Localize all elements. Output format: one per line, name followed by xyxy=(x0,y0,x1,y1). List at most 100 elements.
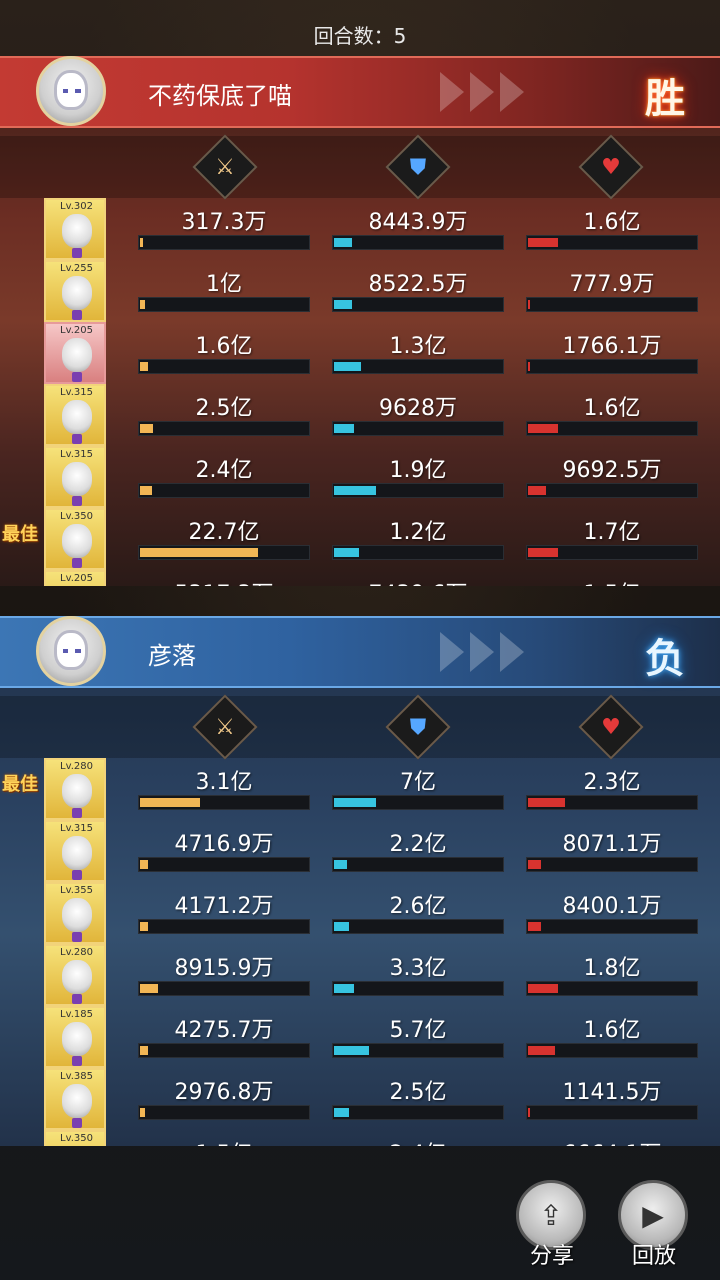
defense-value: 2.2亿 xyxy=(389,832,447,857)
attack-bar xyxy=(138,297,310,312)
defense-value: 9628万 xyxy=(379,396,457,421)
hero-portrait[interactable]: Lv.350 xyxy=(44,1130,106,1146)
defense-value: 8443.9万 xyxy=(368,210,468,235)
attack-value: 1.5亿 xyxy=(138,1136,310,1146)
defense-bar xyxy=(332,981,504,996)
shield-icon: ⛊ xyxy=(385,694,451,760)
hero-list[interactable]: 最佳 Lv.280 3.1亿 7亿 2.3亿 Lv.315 4716.9万 2.… xyxy=(0,758,720,1146)
hero-row[interactable]: Lv.385 2976.8万 2.5亿 1141.5万 xyxy=(0,1068,720,1130)
hero-portrait[interactable]: Lv.280 xyxy=(44,944,106,1006)
defense-bar-fill xyxy=(334,1108,349,1117)
hero-row[interactable]: 最佳 Lv.280 3.1亿 7亿 2.3亿 xyxy=(0,758,720,820)
hero-row[interactable]: Lv.355 4171.2万 2.6亿 8400.1万 xyxy=(0,882,720,944)
hero-row[interactable]: Lv.205 1.6亿 1.3亿 1766.1万 xyxy=(0,322,720,384)
hero-portrait[interactable]: Lv.315 xyxy=(44,820,106,882)
star-icon xyxy=(72,932,82,942)
result-badge-lose: 负 xyxy=(645,635,686,682)
hp-bar-fill xyxy=(528,860,541,869)
hp-value: 1.7亿 xyxy=(583,520,641,545)
attack-value: 1亿 xyxy=(206,272,242,297)
hero-row[interactable]: Lv.205 5317.3万 7439.6万 1.5亿 xyxy=(0,570,720,586)
defense-value: 3.3亿 xyxy=(389,956,447,981)
hero-row[interactable]: Lv.185 4275.7万 5.7亿 1.6亿 xyxy=(0,1006,720,1068)
hp-value: 1.8亿 xyxy=(583,956,641,981)
player-avatar[interactable] xyxy=(36,616,106,686)
hero-row[interactable]: Lv.302 317.3万 8443.9万 1.6亿 xyxy=(0,198,720,260)
hp-bar xyxy=(526,795,698,810)
hero-row[interactable]: Lv.255 1亿 8522.5万 777.9万 xyxy=(0,260,720,322)
hp-value: 1.6亿 xyxy=(583,1018,641,1043)
hp-value: 1766.1万 xyxy=(562,334,662,359)
hero-level: Lv.315 xyxy=(60,449,93,460)
hero-portrait[interactable]: Lv.350 xyxy=(44,508,106,570)
hp-value: 777.9万 xyxy=(569,272,655,297)
defense-bar-fill xyxy=(334,922,349,931)
star-icon xyxy=(72,372,82,382)
defense-value: 2.5亿 xyxy=(389,1080,447,1105)
attack-value: 4171.2万 xyxy=(174,894,274,919)
player-panel-top: 不药保底了喵 胜 ⚔ ⛊ ♥ Lv.302 317.3万 8443.9万 1.6… xyxy=(0,56,720,586)
hero-row[interactable]: Lv.280 8915.9万 3.3亿 1.8亿 xyxy=(0,944,720,1006)
hp-bar xyxy=(526,359,698,374)
defense-bar-fill xyxy=(334,238,352,247)
hero-portrait[interactable]: Lv.205 xyxy=(44,322,106,384)
attack-bar-fill xyxy=(140,922,148,931)
defense-value: 2.6亿 xyxy=(389,894,447,919)
defense-bar-fill xyxy=(334,362,361,371)
hero-level: Lv.255 xyxy=(60,263,93,274)
defense-value: 8522.5万 xyxy=(368,272,468,297)
hero-row[interactable]: 最佳 Lv.350 22.7亿 1.2亿 1.7亿 xyxy=(0,508,720,570)
hero-portrait[interactable]: Lv.302 xyxy=(44,198,106,260)
player-name: 不药保底了喵 xyxy=(148,82,292,110)
hp-bar-fill xyxy=(528,424,558,433)
hero-row[interactable]: Lv.315 4716.9万 2.2亿 8071.1万 xyxy=(0,820,720,882)
hero-portrait[interactable]: Lv.385 xyxy=(44,1068,106,1130)
hero-portrait[interactable]: Lv.255 xyxy=(44,260,106,322)
defense-bar-fill xyxy=(334,486,376,495)
hero-sprite xyxy=(62,898,92,932)
attack-bar xyxy=(138,1043,310,1058)
hero-level: Lv.302 xyxy=(60,201,93,212)
hero-portrait[interactable]: Lv.185 xyxy=(44,1006,106,1068)
star-icon xyxy=(72,994,82,1004)
hero-row[interactable]: Lv.350 1.5亿 2.4亿 6664.1万 xyxy=(0,1130,720,1146)
hero-portrait[interactable]: Lv.280 xyxy=(44,758,106,820)
defense-value: 7亿 xyxy=(400,770,436,795)
defense-value: 5.7亿 xyxy=(389,1018,447,1043)
hero-sprite xyxy=(62,1022,92,1056)
stat-header: ⚔ ⛊ ♥ xyxy=(0,694,720,760)
star-icon xyxy=(72,1056,82,1066)
defense-bar xyxy=(332,1043,504,1058)
hero-sprite xyxy=(62,836,92,870)
attack-value: 4716.9万 xyxy=(174,832,274,857)
hp-value: 1.6亿 xyxy=(583,396,641,421)
replay-label: 回放 xyxy=(631,1244,676,1269)
star-icon xyxy=(72,808,82,818)
attack-bar-fill xyxy=(140,548,258,557)
hero-portrait[interactable]: Lv.355 xyxy=(44,882,106,944)
hero-portrait[interactable]: Lv.315 xyxy=(44,384,106,446)
defense-bar xyxy=(332,359,504,374)
attack-bar-fill xyxy=(140,486,152,495)
hero-level: Lv.315 xyxy=(60,387,93,398)
hero-level: Lv.280 xyxy=(60,761,93,772)
attack-value: 1.6亿 xyxy=(195,334,253,359)
hero-list[interactable]: Lv.302 317.3万 8443.9万 1.6亿 Lv.255 1亿 852… xyxy=(0,198,720,586)
defense-bar-fill xyxy=(334,860,347,869)
player-name: 彦落 xyxy=(148,642,196,670)
defense-bar-fill xyxy=(334,1046,369,1055)
hero-sprite xyxy=(62,400,92,434)
attack-bar-fill xyxy=(140,1046,148,1055)
hero-row[interactable]: Lv.315 2.5亿 9628万 1.6亿 xyxy=(0,384,720,446)
attack-value: 2.4亿 xyxy=(195,458,253,483)
hero-portrait[interactable]: Lv.315 xyxy=(44,446,106,508)
player-avatar[interactable] xyxy=(36,56,106,126)
hero-row[interactable]: Lv.315 2.4亿 1.9亿 9692.5万 xyxy=(0,446,720,508)
hp-value: 8400.1万 xyxy=(562,894,662,919)
heart-icon: ♥ xyxy=(578,694,644,760)
hp-bar xyxy=(526,981,698,996)
attack-bar xyxy=(138,795,310,810)
hero-portrait[interactable]: Lv.205 xyxy=(44,570,106,586)
hero-level: Lv.385 xyxy=(60,1071,93,1082)
hp-bar xyxy=(526,297,698,312)
